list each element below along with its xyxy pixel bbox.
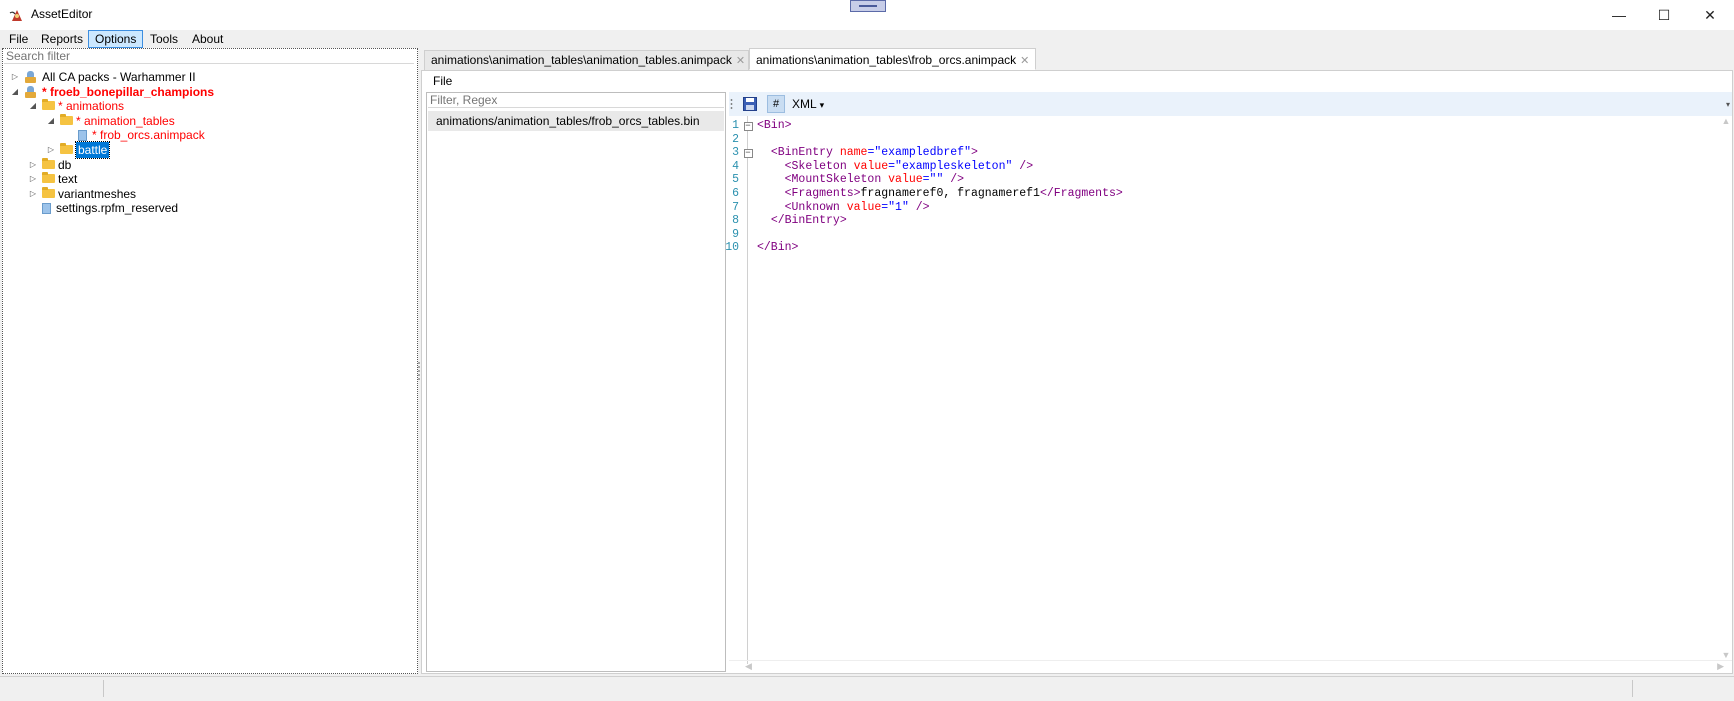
line-number: 3 bbox=[732, 146, 739, 159]
code-line: 8 </BinEntry> bbox=[729, 213, 847, 228]
maximize-button[interactable]: ☐ bbox=[1641, 0, 1687, 30]
hash-toggle-button[interactable]: # bbox=[767, 95, 785, 113]
menu-about[interactable]: About bbox=[186, 30, 229, 48]
file-list bbox=[426, 92, 726, 672]
menu-file[interactable]: File bbox=[3, 30, 34, 48]
editor-menu-file[interactable]: File bbox=[433, 74, 452, 88]
line-number: 1 bbox=[732, 119, 739, 132]
menu-reports[interactable]: Reports bbox=[35, 30, 89, 48]
line-number: 5 bbox=[732, 173, 739, 186]
line-number: 8 bbox=[732, 214, 739, 227]
tree-item[interactable]: ▷ All CA packs - Warhammer II bbox=[10, 69, 196, 85]
expand-arrow-icon[interactable]: ▷ bbox=[28, 189, 38, 199]
tree-item-label: text bbox=[58, 172, 78, 186]
app-icon bbox=[9, 10, 22, 21]
folder-icon bbox=[42, 157, 55, 169]
menu-options[interactable]: Options bbox=[88, 30, 144, 48]
code-line: 10 </Bin> bbox=[725, 240, 799, 255]
file-icon bbox=[78, 129, 87, 141]
collapse-arrow-icon[interactable]: ◢ bbox=[10, 87, 20, 97]
toolbar-grip bbox=[730, 99, 733, 109]
tree-item-label: * animations bbox=[58, 99, 125, 113]
vertical-scrollbar[interactable]: ▲ ▼ bbox=[1720, 116, 1732, 660]
floppy-disk-icon[interactable] bbox=[743, 97, 757, 111]
code-text: <Bin> bbox=[757, 119, 792, 132]
collapse-arrow-icon[interactable]: ◢ bbox=[28, 101, 38, 111]
close-button[interactable]: ✕ bbox=[1687, 0, 1733, 30]
pack-icon bbox=[24, 86, 37, 98]
overflow-chevron-icon[interactable]: ▾ bbox=[1726, 100, 1730, 109]
xml-toolbar: # XML ▾ ▾ bbox=[729, 92, 1732, 116]
minimize-button[interactable]: — bbox=[1596, 0, 1642, 30]
code-line: 1− <Bin> bbox=[729, 118, 792, 133]
menu-bar bbox=[0, 30, 1734, 48]
tree-item[interactable]: * frob_orcs.animpack bbox=[64, 127, 205, 143]
format-dropdown[interactable]: XML ▾ bbox=[792, 96, 824, 113]
file-icon bbox=[42, 202, 51, 214]
code-text: </Bin> bbox=[757, 241, 799, 254]
tree-item-label: All CA packs - Warhammer II bbox=[42, 70, 196, 84]
expand-arrow-icon[interactable]: ▷ bbox=[46, 145, 56, 155]
code-text: <BinEntry name="exampledbref"> bbox=[770, 146, 978, 159]
window-title: AssetEditor bbox=[31, 7, 93, 21]
search-filter-input[interactable] bbox=[4, 49, 414, 64]
status-bar bbox=[0, 676, 1734, 701]
fold-toggle-icon[interactable]: − bbox=[743, 122, 753, 131]
tree-item[interactable]: ▷ battle bbox=[46, 141, 111, 159]
code-line: 6 <Fragments>fragnameref0, fragnameref1<… bbox=[729, 186, 1123, 201]
file-filter-input[interactable] bbox=[428, 93, 724, 108]
folder-icon bbox=[60, 113, 73, 125]
expand-arrow-icon[interactable]: ▷ bbox=[10, 72, 20, 82]
folder-icon bbox=[60, 142, 73, 154]
code-text: </BinEntry> bbox=[770, 214, 847, 227]
collapse-arrow-icon[interactable]: ◢ bbox=[46, 116, 56, 126]
folder-icon bbox=[42, 98, 55, 110]
chevron-down-icon: ▾ bbox=[819, 100, 825, 110]
code-editor[interactable]: 1− <Bin> 2 3− <BinEntry name="exampledbref"… bbox=[725, 116, 1732, 672]
expand-arrow-icon[interactable]: ▷ bbox=[28, 160, 38, 170]
code-text: <Fragments>fragnameref0, fragnameref1</F… bbox=[784, 187, 1123, 200]
close-icon[interactable]: ✕ bbox=[736, 55, 745, 67]
menu-tools[interactable]: Tools bbox=[144, 30, 184, 48]
pack-icon bbox=[24, 71, 37, 83]
code-text: <MountSkeleton value="" /> bbox=[784, 173, 965, 186]
format-label: XML bbox=[792, 97, 817, 111]
tree-item[interactable]: settings.rpfm_reserved bbox=[28, 200, 178, 216]
tree-item[interactable]: ◢ * animations bbox=[28, 98, 124, 114]
status-divider bbox=[1632, 680, 1633, 697]
tree-item-label: settings.rpfm_reserved bbox=[56, 201, 179, 215]
code-line: 5 <MountSkeleton value="" /> bbox=[729, 172, 964, 187]
fold-toggle-icon[interactable]: − bbox=[743, 149, 753, 158]
expand-arrow-icon[interactable]: ▷ bbox=[28, 174, 38, 184]
tab-frob-orcs[interactable]: animations\animation_tables\frob_orcs.an… bbox=[749, 48, 1036, 70]
folder-icon bbox=[42, 171, 55, 183]
close-icon[interactable]: ✕ bbox=[1020, 55, 1029, 67]
folder-icon bbox=[42, 186, 55, 198]
horizontal-scrollbar[interactable]: ◀ ▶ bbox=[729, 660, 1732, 672]
tab-animation-tables[interactable]: animations\animation_tables\animation_ta… bbox=[424, 50, 749, 70]
tab-label: animations\animation_tables\animation_ta… bbox=[431, 53, 732, 67]
drag-handle[interactable] bbox=[850, 0, 886, 12]
list-item[interactable]: animations/animation_tables/frob_orcs_ta… bbox=[428, 111, 724, 131]
line-number: 10 bbox=[725, 241, 739, 254]
tree-item-label: battle bbox=[74, 141, 111, 159]
code-line: 3− <BinEntry name="exampledbref"> bbox=[729, 145, 978, 160]
tree-item-label: * frob_orcs.animpack bbox=[92, 128, 205, 142]
tree-item[interactable]: ▷ text bbox=[28, 171, 77, 187]
status-divider bbox=[103, 680, 104, 697]
tab-label: animations\animation_tables\frob_orcs.an… bbox=[756, 53, 1017, 67]
line-number: 6 bbox=[732, 187, 739, 200]
